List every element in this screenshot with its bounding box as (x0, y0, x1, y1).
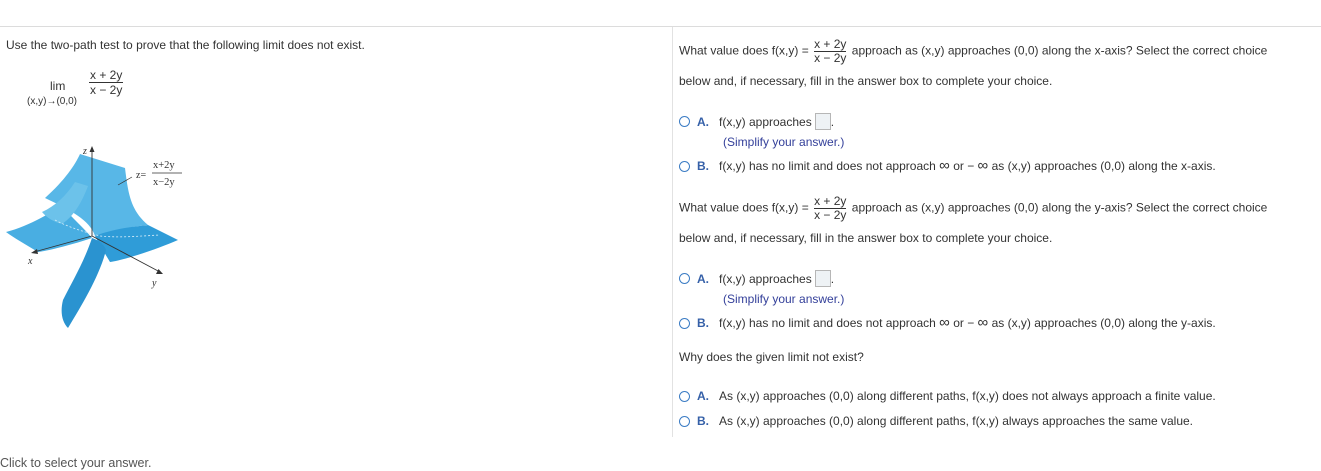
axis-y-label: y (151, 278, 157, 289)
q2-fraction: x + 2y x − 2y (814, 194, 847, 222)
q1-option-a[interactable]: A. f(x,y) approaches . (679, 113, 834, 130)
q2-answer-box[interactable] (814, 270, 831, 287)
q3-option-a-letter: A. (697, 389, 709, 403)
q1-option-b-letter: B. (697, 159, 709, 173)
q2-prompt: What value does f(x,y) = x + 2y x − 2y a… (679, 195, 1267, 222)
status-footer: Click to select your answer. (0, 456, 152, 470)
q2-option-a-radio[interactable] (679, 273, 690, 284)
q1-option-b-radio[interactable] (679, 160, 690, 172)
q1-option-b-mid: or − (953, 159, 975, 173)
q2-lead: What value does f(x,y) = (679, 200, 809, 215)
formula-lhs: z= (136, 170, 146, 181)
q1-option-a-text: f(x,y) approaches (719, 114, 812, 129)
axis-x-label: x (27, 256, 33, 267)
q2-option-b-pre: f(x,y) has no limit and does not approac… (719, 316, 936, 330)
q2-option-a-text: f(x,y) approaches (719, 271, 812, 286)
q3-option-b-text: As (x,y) approaches (0,0) along differen… (719, 414, 1194, 428)
limit-denominator: x − 2y (90, 83, 123, 97)
limit-numerator: x + 2y (89, 68, 124, 83)
q1-frac-den: x − 2y (814, 51, 847, 65)
q3-option-a-text: As (x,y) approaches (0,0) along differen… (719, 389, 1216, 403)
infinity-symbol: ∞ (977, 157, 989, 174)
q3-option-a[interactable]: A. As (x,y) approaches (0,0) along diffe… (679, 389, 1216, 403)
q2-frac-den: x − 2y (814, 208, 847, 222)
q1-prompt: What value does f(x,y) = x + 2y x − 2y a… (679, 38, 1267, 65)
q2-option-b-letter: B. (697, 316, 709, 330)
q1-option-a-letter: A. (697, 114, 709, 129)
q2-frac-num: x + 2y (814, 194, 847, 209)
lim-word: lim (50, 79, 66, 93)
q3-option-b[interactable]: B. As (x,y) approaches (0,0) along diffe… (679, 414, 1193, 428)
q1-frac-num: x + 2y (814, 37, 847, 52)
q2-option-a[interactable]: A. f(x,y) approaches . (679, 270, 834, 287)
q3-option-b-letter: B. (697, 414, 709, 428)
q1-option-a-hint: (Simplify your answer.) (723, 135, 845, 149)
panel-divider (672, 27, 673, 437)
q3-prompt: Why does the given limit not exist? (679, 350, 864, 364)
q1-tail: approach as (x,y) approaches (0,0) along… (851, 43, 1268, 58)
axis-z-arrow (89, 146, 95, 152)
q1-option-b[interactable]: B. f(x,y) has no limit and does not appr… (679, 157, 1216, 174)
q1-answer-period: . (830, 114, 835, 129)
q2-option-b-mid: or − (953, 316, 975, 330)
q1-line2: below and, if necessary, fill in the ans… (679, 74, 1053, 88)
top-divider (0, 26, 1321, 27)
q1-option-b-pre: f(x,y) has no limit and does not approac… (719, 159, 936, 173)
axis-y-arrow (156, 269, 163, 274)
q1-lead: What value does f(x,y) = (679, 43, 809, 58)
q2-option-b-radio[interactable] (679, 317, 690, 329)
infinity-symbol: ∞ (977, 314, 989, 331)
q2-option-b[interactable]: B. f(x,y) has no limit and does not appr… (679, 314, 1216, 331)
surface-front-sheet (61, 238, 106, 328)
limit-fraction: x + 2y x − 2y (89, 68, 124, 97)
formula-numerator: x+2y (153, 160, 175, 171)
q2-answer-period: . (830, 271, 835, 286)
q2-option-b-post: as (x,y) approaches (0,0) along the y-ax… (991, 316, 1216, 330)
limit-expression: lim (x,y)→(0,0) x + 2y x − 2y (27, 66, 137, 111)
q1-option-b-post: as (x,y) approaches (0,0) along the x-ax… (991, 159, 1216, 173)
instruction-text: Use the two-path test to prove that the … (6, 38, 365, 52)
infinity-symbol: ∞ (939, 314, 950, 331)
q1-option-a-radio[interactable] (679, 116, 690, 127)
q2-option-a-hint: (Simplify your answer.) (723, 292, 845, 306)
formula-denominator: x−2y (153, 177, 175, 188)
axis-z-label: z (82, 146, 87, 157)
q2-tail: approach as (x,y) approaches (0,0) along… (851, 200, 1268, 215)
q1-fraction: x + 2y x − 2y (814, 37, 847, 65)
q3-option-b-radio[interactable] (679, 415, 690, 427)
infinity-symbol: ∞ (939, 157, 950, 174)
q3-option-a-radio[interactable] (679, 390, 690, 402)
lim-subscript: (x,y)→(0,0) (27, 96, 77, 107)
q2-line2: below and, if necessary, fill in the ans… (679, 231, 1053, 245)
q2-option-a-letter: A. (697, 271, 709, 286)
surface-graph: z y x z= x+2y x−2y (6, 146, 182, 328)
q1-answer-box[interactable] (814, 113, 831, 130)
